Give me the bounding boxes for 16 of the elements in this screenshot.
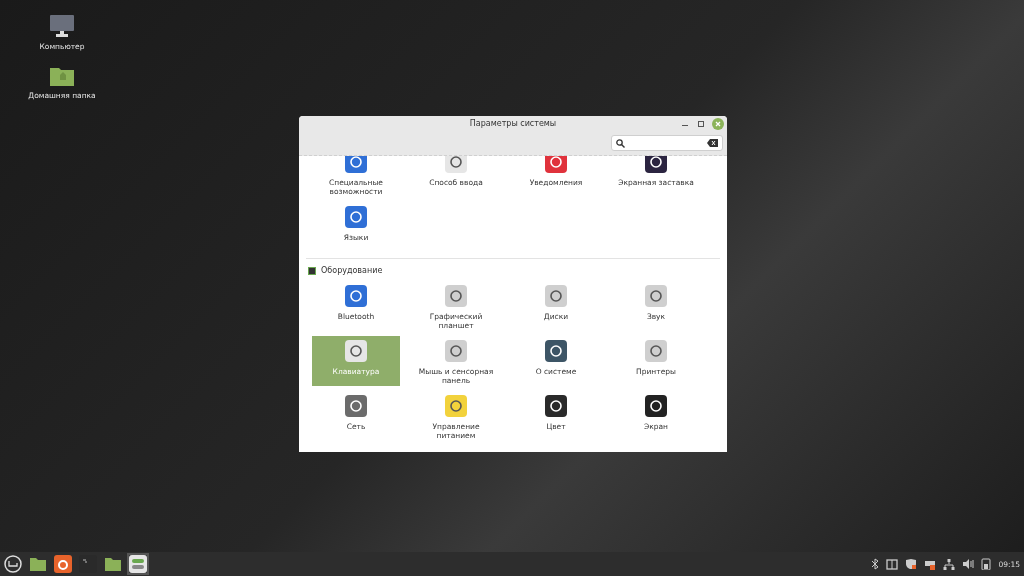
battery-icon[interactable] — [981, 558, 992, 570]
folder-icon[interactable] — [29, 556, 47, 572]
monitor-icon[interactable] — [49, 14, 75, 38]
search-field[interactable] — [611, 135, 723, 151]
window-title: Параметры системы — [469, 119, 557, 128]
toggle-switches-icon[interactable] — [129, 555, 147, 573]
folder-icon[interactable] — [104, 556, 122, 572]
maximize-icon[interactable] — [696, 119, 706, 129]
menu-icon[interactable] — [4, 555, 22, 573]
section-heading: Оборудование — [321, 266, 383, 275]
clear-icon[interactable] — [707, 139, 718, 147]
shield-icon[interactable] — [905, 558, 918, 570]
folder-icon[interactable] — [49, 65, 75, 87]
search-icon — [616, 138, 625, 148]
book-icon[interactable] — [886, 558, 899, 570]
network-icon[interactable] — [943, 558, 956, 570]
